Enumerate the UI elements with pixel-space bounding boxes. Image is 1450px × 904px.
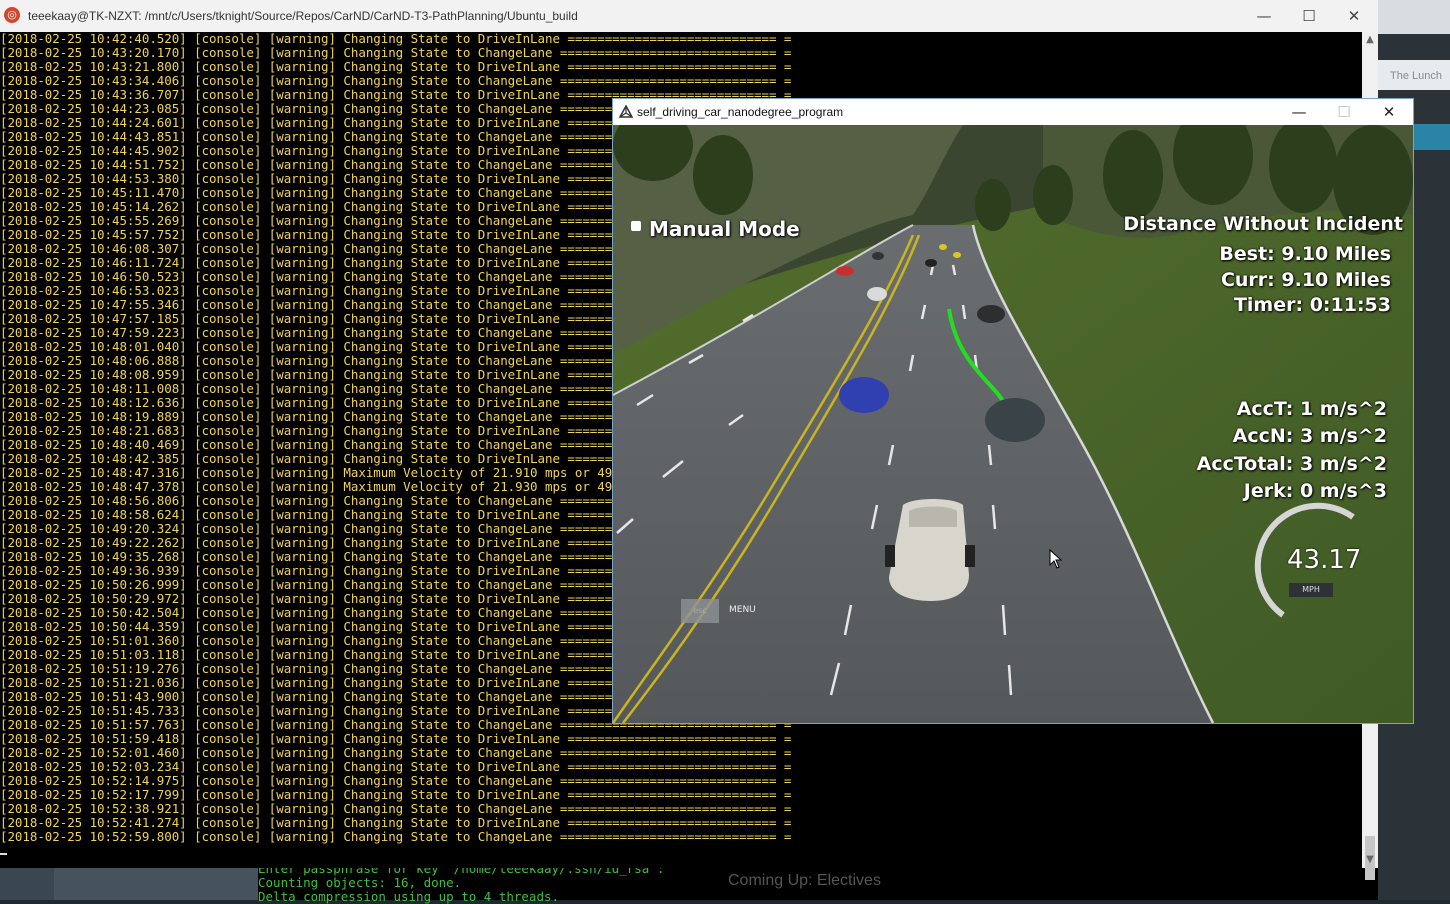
sim-close-button[interactable]: ✕	[1367, 99, 1411, 125]
maximize-button[interactable]: ☐	[1287, 4, 1331, 28]
background-browser-pane: The Lunch	[1378, 60, 1450, 90]
acc-t: AccT: 1 m/s^2	[1236, 398, 1387, 420]
log-line: [2018-02-25 10:52:01.460] [console] [war…	[0, 745, 792, 760]
speed-unit: MPH	[1289, 583, 1333, 597]
simulator-titlebar[interactable]: self_driving_car_nanodegree_program — ☐ …	[613, 99, 1413, 125]
log-line: [2018-02-25 10:52:14.975] [console] [war…	[0, 773, 792, 788]
minimize-button[interactable]: —	[1242, 4, 1286, 28]
terminal-titlebar[interactable]: ◎ teeekaay@TK-NZXT: /mnt/c/Users/tknight…	[0, 0, 1378, 32]
log-line: [2018-02-25 10:43:20.170] [console] [war…	[0, 45, 792, 60]
sim-maximize-button[interactable]: ☐	[1322, 99, 1366, 125]
distance-title: Distance Without Incident	[1123, 213, 1403, 235]
terminal-title: teeekaay@TK-NZXT: /mnt/c/Users/tknight/S…	[28, 9, 578, 23]
log-line: [2018-02-25 10:52:38.921] [console] [war…	[0, 801, 792, 816]
taskbar-item[interactable]	[54, 868, 258, 900]
jerk: Jerk: 0 m/s^3	[1243, 480, 1387, 502]
close-button[interactable]: ✕	[1332, 4, 1376, 28]
background-git-output: Enter passphrase for key '/home/teeekaay…	[258, 862, 758, 904]
log-line: [2018-02-25 10:42:40.520] [console] [war…	[0, 32, 792, 46]
log-line: [2018-02-25 10:51:59.418] [console] [war…	[0, 731, 792, 746]
log-line: [2018-02-25 10:52:59.800] [console] [war…	[0, 829, 792, 844]
git-line: Counting objects: 16, done.	[258, 875, 462, 890]
simulator-title: self_driving_car_nanodegree_program	[637, 105, 844, 119]
mode-label: Manual Mode	[649, 217, 800, 241]
best-distance: Best: 9.10 Miles	[1219, 243, 1391, 265]
log-line: [2018-02-25 10:52:41.274] [console] [war…	[0, 815, 792, 830]
unity-icon	[618, 104, 634, 122]
mode-indicator-icon	[631, 221, 641, 231]
log-line: [2018-02-25 10:43:21.800] [console] [war…	[0, 59, 792, 74]
scroll-down-arrow-icon[interactable]: ▼	[1362, 852, 1378, 868]
sim-minimize-button[interactable]: —	[1277, 99, 1321, 125]
terminal-cursor	[0, 853, 7, 855]
esc-button[interactable]: esc	[681, 599, 719, 623]
timer: Timer: 0:11:53	[1233, 294, 1391, 316]
current-distance: Curr: 9.10 Miles	[1220, 269, 1391, 291]
simulator-window[interactable]: self_driving_car_nanodegree_program — ☐ …	[612, 98, 1414, 724]
acc-total: AccTotal: 3 m/s^2	[1196, 453, 1387, 475]
log-line: [2018-02-25 10:43:34.406] [console] [war…	[0, 73, 792, 88]
simulator-viewport[interactable]: Manual Mode Distance Without Incident Be…	[613, 125, 1413, 723]
speed-value: 43.17	[1287, 545, 1362, 575]
acc-n: AccN: 3 m/s^2	[1232, 425, 1387, 447]
ubuntu-icon: ◎	[4, 7, 20, 23]
scroll-up-arrow-icon[interactable]: ▲	[1362, 32, 1378, 48]
log-line: [2018-02-25 10:52:17.799] [console] [war…	[0, 787, 792, 802]
menu-label[interactable]: MENU	[729, 605, 756, 615]
background-browser-header	[1414, 124, 1450, 150]
coming-up-label: Coming Up: Electives	[728, 872, 881, 889]
log-line: [2018-02-25 10:52:03.234] [console] [war…	[0, 759, 792, 774]
git-line: Delta compression using up to 4 threads.	[258, 889, 560, 904]
background-browser-tabbar	[1378, 0, 1450, 34]
